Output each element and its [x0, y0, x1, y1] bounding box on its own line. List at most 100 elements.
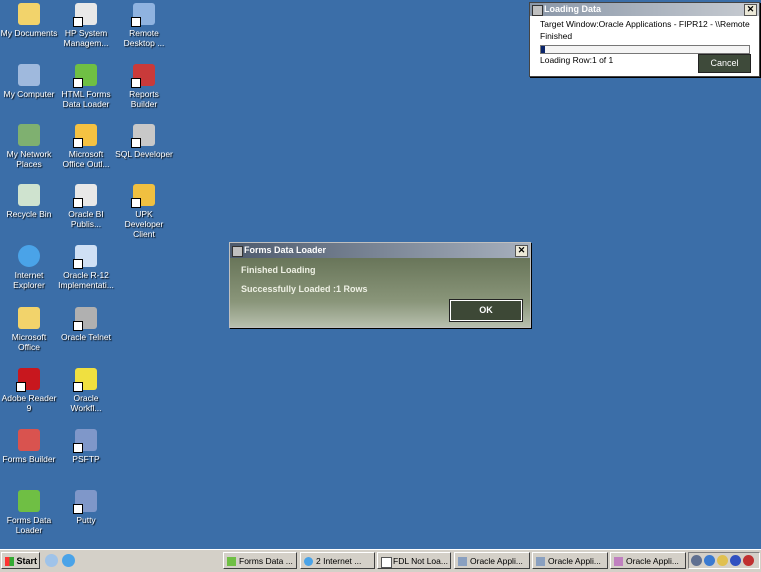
oracle-app-icon [458, 557, 467, 566]
icon-label: HP System Managem... [63, 28, 109, 48]
loading-data-titlebar[interactable]: Loading Data ✕ [530, 3, 759, 16]
tray-shield-icon[interactable] [717, 555, 728, 566]
icon-label: PSFTP [72, 454, 100, 464]
desktop-icon-outlook[interactable]: Microsoft Office Outl... [57, 124, 115, 169]
fdl-icon [227, 557, 236, 566]
tray-network-icon[interactable] [704, 555, 715, 566]
tray-app-icon[interactable] [691, 555, 702, 566]
fdl-icon [18, 490, 40, 512]
fdl-icon [73, 64, 97, 88]
oracle-r12-icon [73, 245, 97, 269]
desktop-icon-hp-system-management[interactable]: HP System Managem... [57, 3, 115, 48]
reports-builder-icon [131, 64, 155, 88]
desktop-icon-microsoft-office[interactable]: Microsoft Office [0, 307, 58, 352]
loading-row-text: Loading Row:1 of 1 [540, 55, 614, 65]
desktop-icon-oracle-workflow[interactable]: Oracle Workfl... [57, 368, 115, 413]
taskbar-item-forms-data-loader[interactable]: Forms Data ... [223, 552, 297, 569]
icon-label: My Computer [3, 89, 55, 99]
icon-label: Oracle BI Publis... [68, 209, 104, 229]
task-label: Oracle Appli... [548, 556, 601, 566]
loaded-rows-text: Successfully Loaded :1 Rows [241, 284, 368, 294]
desktop-icon-forms-data-loader[interactable]: Forms Data Loader [0, 490, 58, 535]
oracle-app-icon [536, 557, 545, 566]
task-label: Oracle Appli... [470, 556, 523, 566]
desktop-icon-oracle-bi-publisher[interactable]: Oracle BI Publis... [57, 184, 115, 229]
workflow-icon [73, 368, 97, 392]
bi-publisher-icon [73, 184, 97, 208]
desktop-icon-oracle-r12[interactable]: Oracle R-12 Implementati... [57, 245, 115, 290]
quicklaunch-desktop-icon[interactable] [45, 554, 58, 567]
system-tray [688, 552, 760, 569]
icon-label: Reports Builder [129, 89, 159, 109]
forms-data-loader-dialog: Forms Data Loader ✕ Finished Loading Suc… [229, 242, 531, 328]
recycle-bin-icon [18, 184, 40, 206]
app-icon [532, 5, 543, 16]
desktop-icon-html-forms-data-loader[interactable]: HTML Forms Data Loader [57, 64, 115, 109]
desktop-icon-recycle-bin[interactable]: Recycle Bin [0, 184, 58, 219]
forms-builder-icon [18, 429, 40, 451]
ok-button[interactable]: OK [450, 300, 522, 321]
start-label: Start [16, 556, 37, 566]
telnet-icon [73, 307, 97, 331]
document-icon [381, 557, 392, 568]
status-text: Finished [540, 31, 573, 41]
icon-label: Microsoft Office Outl... [62, 149, 110, 169]
icon-label: My Documents [0, 28, 58, 38]
dialog-title: Forms Data Loader [244, 245, 327, 255]
target-window-text: Target Window:Oracle Applications - FIPR… [540, 19, 750, 29]
desktop-icon-my-documents[interactable]: My Documents [0, 3, 58, 38]
taskbar: Start Forms Data ... 2 Internet ... FDL … [0, 549, 761, 572]
cancel-button[interactable]: Cancel [698, 54, 751, 73]
task-label: Oracle Appli... [626, 556, 679, 566]
upk-icon [131, 184, 155, 208]
start-button[interactable]: Start [1, 552, 40, 569]
desktop-icon-upk-developer[interactable]: UPK Developer Client [115, 184, 173, 239]
icon-label: HTML Forms Data Loader [61, 89, 111, 109]
icon-label: Oracle Workfl... [70, 393, 102, 413]
desktop-icon-forms-builder[interactable]: Forms Builder [0, 429, 58, 464]
desktop-icon-adobe-reader[interactable]: Adobe Reader 9 [0, 368, 58, 413]
icon-label: Microsoft Office [11, 332, 47, 352]
tray-security-icon[interactable] [730, 555, 741, 566]
desktop-icon-reports-builder[interactable]: Reports Builder [115, 64, 173, 109]
icon-label: Forms Builder [2, 454, 56, 464]
taskbar-item-internet[interactable]: 2 Internet ... [300, 552, 375, 569]
icon-label: SQL Developer [115, 149, 173, 159]
desktop-icon-psftp[interactable]: PSFTP [57, 429, 115, 464]
desktop-icon-putty[interactable]: Putty [57, 490, 115, 525]
close-icon[interactable]: ✕ [744, 4, 757, 16]
desktop-icon-oracle-telnet[interactable]: Oracle Telnet [57, 307, 115, 342]
taskbar-item-oracle-apps-3[interactable]: Oracle Appli... [610, 552, 686, 569]
windows-logo-icon [5, 557, 14, 566]
desktop: My Documents My Computer My Network Plac… [0, 0, 761, 549]
task-label: Forms Data ... [239, 556, 293, 566]
close-icon[interactable]: ✕ [515, 245, 528, 257]
desktop-icon-sql-developer[interactable]: SQL Developer [115, 124, 173, 159]
putty-icon [73, 490, 97, 514]
quicklaunch-ie-icon[interactable] [62, 554, 75, 567]
icon-label: My Network Places [6, 149, 52, 169]
taskbar-item-oracle-apps-2[interactable]: Oracle Appli... [532, 552, 608, 569]
hp-system-icon [73, 3, 97, 27]
icon-label: Recycle Bin [6, 209, 52, 219]
tray-alert-icon[interactable] [743, 555, 754, 566]
icon-label: Putty [76, 515, 96, 525]
folder-icon [18, 307, 40, 329]
progress-bar [540, 45, 750, 54]
outlook-icon [73, 124, 97, 148]
oracle-app-icon [614, 557, 623, 566]
desktop-icon-internet-explorer[interactable]: Internet Explorer [0, 245, 58, 290]
task-label: 2 Internet ... [316, 556, 362, 566]
app-icon [232, 246, 243, 257]
desktop-icon-my-computer[interactable]: My Computer [0, 64, 58, 99]
desktop-icon-remote-desktop[interactable]: Remote Desktop ... [115, 3, 173, 48]
icon-label: UPK Developer Client [124, 209, 164, 239]
icon-label: Forms Data Loader [6, 515, 52, 535]
taskbar-item-fdl-not-loading[interactable]: FDL Not Loa... [377, 552, 451, 569]
task-label: FDL Not Loa... [393, 556, 448, 566]
finished-loading-text: Finished Loading [241, 265, 316, 275]
fdl-dialog-titlebar[interactable]: Forms Data Loader ✕ [230, 243, 530, 258]
desktop-icon-my-network-places[interactable]: My Network Places [0, 124, 58, 169]
icon-label: Adobe Reader 9 [1, 393, 57, 413]
taskbar-item-oracle-apps-1[interactable]: Oracle Appli... [454, 552, 530, 569]
